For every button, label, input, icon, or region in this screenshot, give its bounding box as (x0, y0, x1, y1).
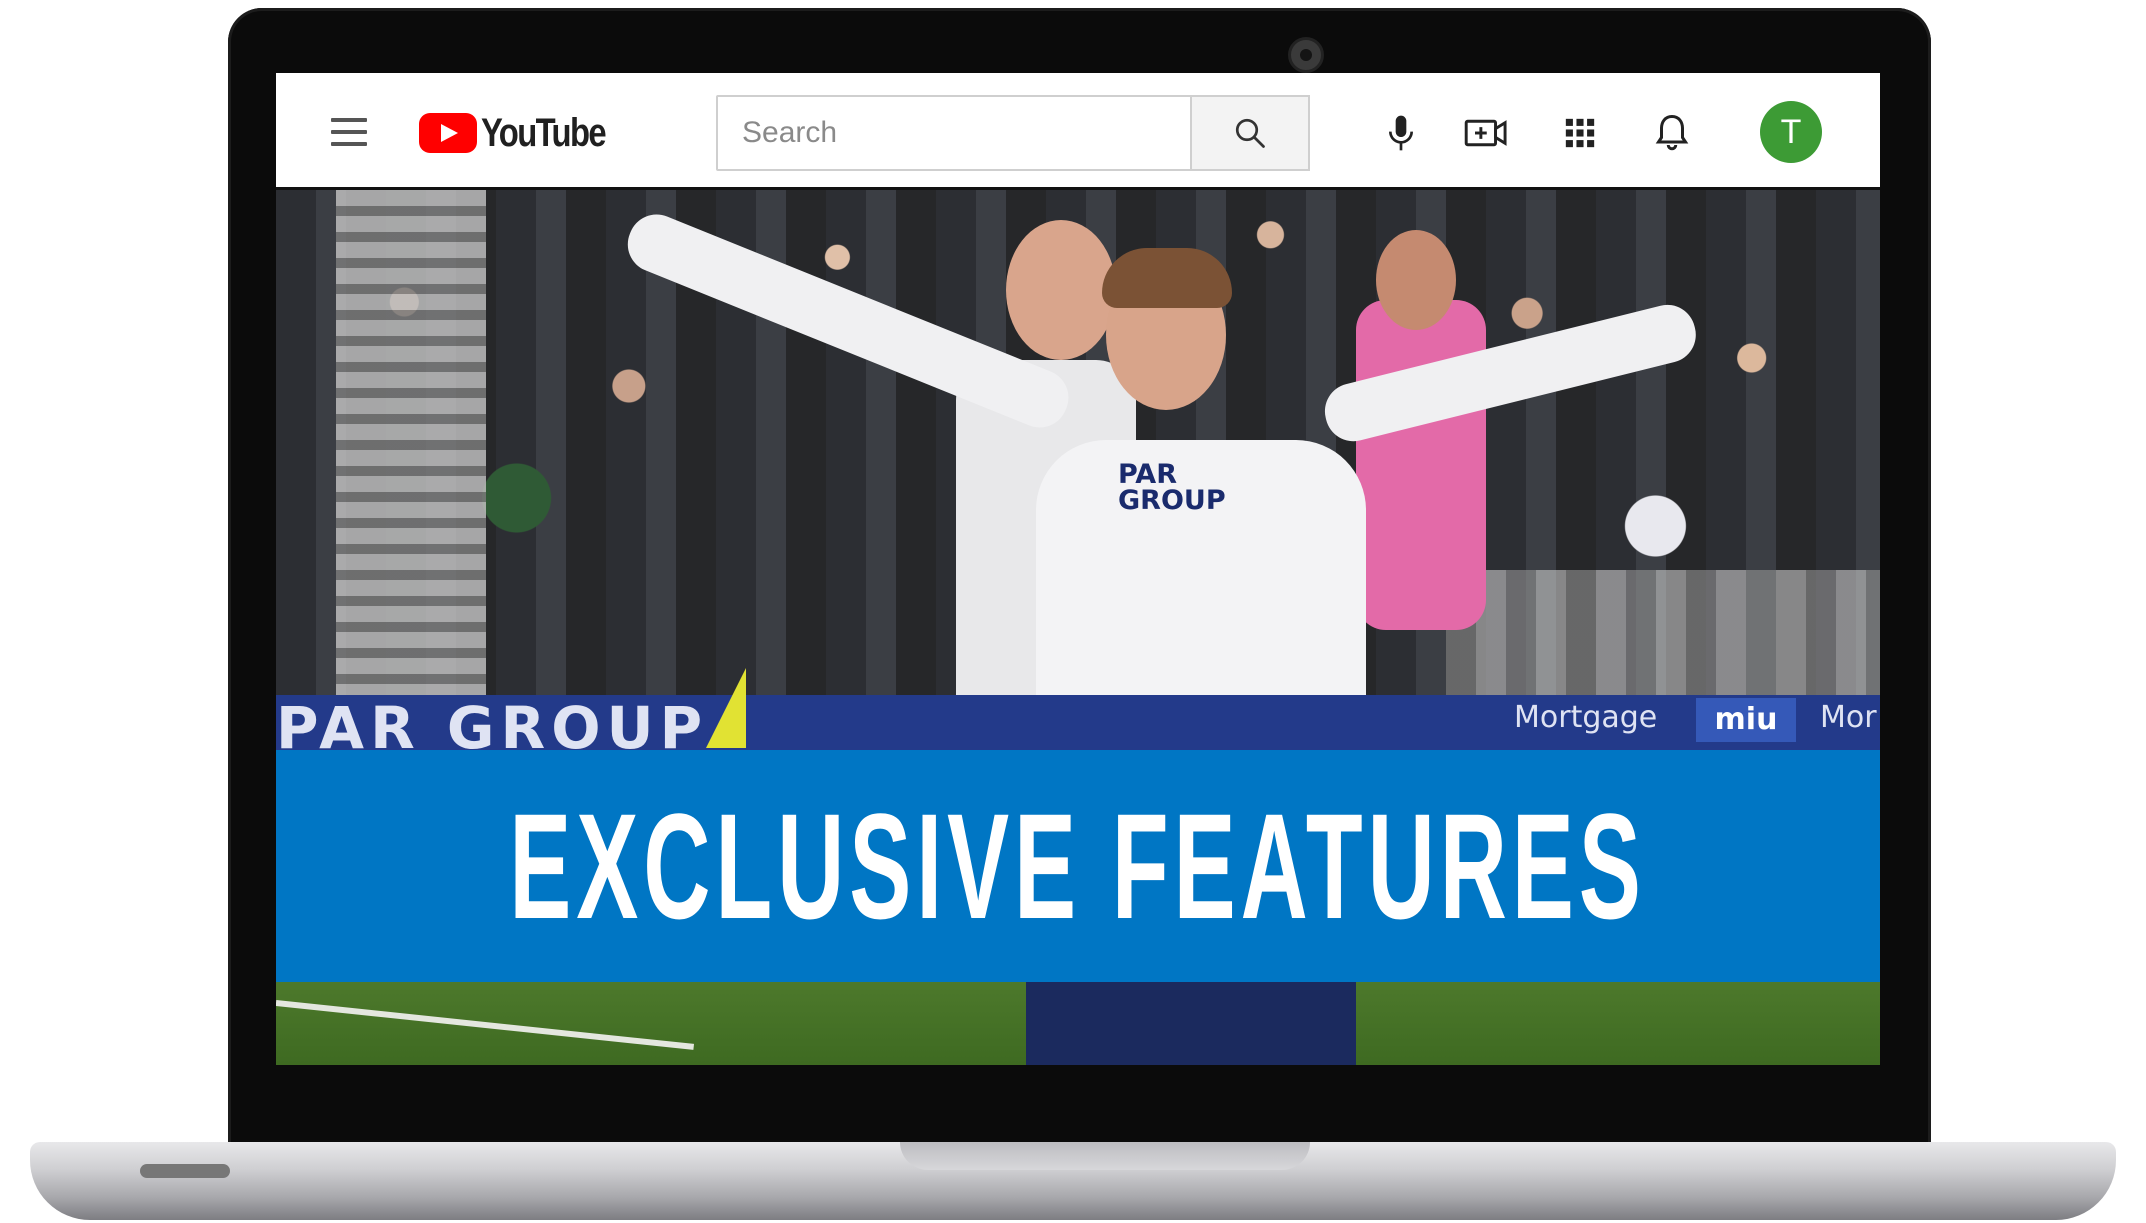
avatar[interactable]: T (1760, 101, 1822, 163)
player-hair (1102, 248, 1232, 308)
notifications-bell-icon (1655, 114, 1689, 151)
search-button[interactable] (1190, 95, 1310, 171)
apps-button[interactable] (1558, 111, 1602, 155)
search-icon (1235, 118, 1265, 148)
laptop-base (30, 1142, 2116, 1220)
shirt-sponsor: PAR GROUP (1118, 461, 1298, 516)
search-input[interactable] (718, 115, 1190, 151)
opponent-player-head (1376, 230, 1456, 330)
ad-board-text-mortgage: Mortgage (1514, 700, 1658, 735)
apps-grid-icon (1565, 118, 1595, 148)
youtube-wordmark: YouTube (481, 110, 607, 155)
video-player[interactable]: PAR GROUP PAR GROUP Mortgage miu Mor EXC… (276, 190, 1880, 1065)
opponent-player (1356, 300, 1486, 630)
laptop-opening-notch (900, 1142, 1310, 1170)
microphone-icon (1389, 115, 1413, 151)
youtube-header: YouTube GB (276, 73, 1880, 190)
player-shorts (1026, 970, 1356, 1065)
ad-board-text-mor: Mor (1820, 700, 1877, 735)
create-video-icon (1464, 119, 1507, 147)
create-button[interactable] (1464, 111, 1508, 155)
youtube-logo[interactable]: YouTube (419, 111, 632, 155)
stadium-steps (336, 190, 486, 710)
search-box (716, 95, 1192, 171)
banner-title: EXCLUSIVE FEATURES (509, 782, 1647, 950)
linesman-flag (706, 668, 746, 748)
laptop-screen: YouTube GB (276, 73, 1880, 1065)
notifications-button[interactable] (1650, 111, 1694, 155)
feature-banner: EXCLUSIVE FEATURES (276, 750, 1880, 982)
ad-board-text-left: PAR GROUP (276, 694, 709, 762)
webcam (1288, 37, 1324, 73)
youtube-play-icon (419, 113, 477, 153)
shirt-sponsor-line-2: GROUP (1118, 485, 1226, 516)
voice-search-button[interactable] (1379, 111, 1423, 155)
teammate-head (1006, 220, 1116, 360)
laptop-port (140, 1164, 230, 1178)
ad-board-text-miu: miu (1696, 698, 1796, 742)
menu-icon[interactable] (331, 118, 367, 146)
